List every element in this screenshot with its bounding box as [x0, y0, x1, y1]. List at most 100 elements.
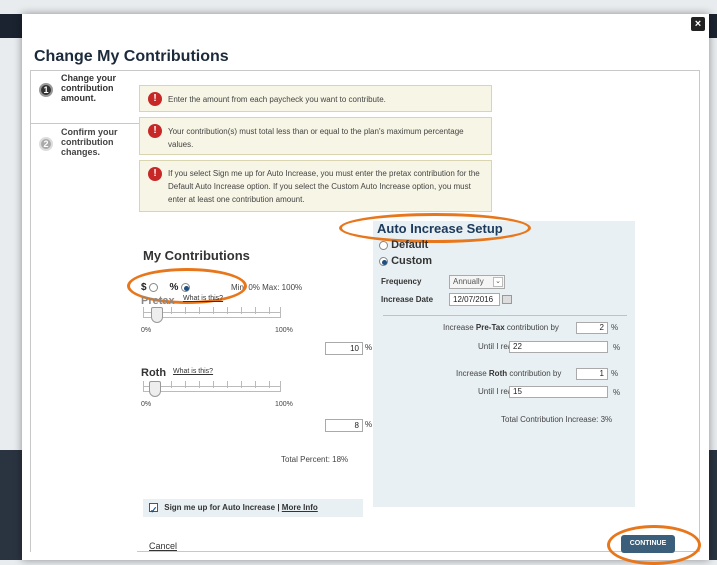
frequency-select[interactable]: Annually ⌄: [449, 275, 505, 289]
pretax-slider-thumb[interactable]: [151, 307, 163, 323]
step-change-contribution: 1 Change your contribution amount.: [31, 71, 137, 123]
panel-divider: [383, 315, 627, 316]
alert-text: Your contribution(s) must total less tha…: [168, 127, 464, 149]
step-divider: [31, 123, 141, 124]
close-icon[interactable]: ×: [691, 17, 705, 31]
my-contributions-title: My Contributions: [143, 248, 250, 263]
roth-slider-ticks: [143, 381, 281, 390]
step-confirm-changes: 2 Confirm your contribution changes.: [31, 125, 137, 185]
chevron-down-icon: ⌄: [493, 277, 503, 287]
pretax-increase-prefix: Increase: [443, 323, 476, 332]
slider-tick: [213, 381, 214, 388]
auto-increase-title: Auto Increase Setup: [377, 221, 503, 236]
roth-increase-by-input[interactable]: 1: [576, 368, 608, 380]
roth-percent-sign: %: [365, 420, 373, 429]
slider-tick: [255, 381, 256, 388]
alert-enter-amount: ! Enter the amount from each paycheck yo…: [139, 85, 492, 112]
slider-tick: [280, 307, 281, 314]
error-icon: !: [148, 124, 162, 138]
slider-tick: [199, 307, 200, 314]
pretax-until-pct: %: [613, 343, 621, 352]
step-list: 1 Change your contribution amount. 2 Con…: [31, 71, 141, 553]
pretax-slider-ticks: [143, 307, 281, 316]
roth-increase-suffix: contribution by: [507, 369, 562, 378]
error-icon: !: [148, 167, 162, 181]
roth-increase-prefix: Increase: [456, 369, 489, 378]
step-label: Confirm your contribution changes.: [61, 127, 118, 157]
roth-slider-min: 0%: [141, 401, 152, 408]
roth-until-pct: %: [613, 388, 621, 397]
calendar-icon[interactable]: [502, 295, 512, 304]
dialog-top-bar: ×: [22, 14, 709, 36]
cancel-link[interactable]: Cancel: [149, 541, 177, 551]
slider-tick: [143, 307, 144, 314]
more-info-link[interactable]: More Info: [282, 503, 318, 512]
slider-tick: [280, 381, 281, 388]
pretax-percent-sign: %: [365, 343, 373, 352]
dialog-title: Change My Contributions: [34, 48, 229, 65]
increase-date-label: Increase Date: [381, 295, 434, 304]
pretax-increase-bold: Pre-Tax: [475, 323, 505, 332]
page-background: [0, 0, 717, 14]
custom-radio[interactable]: [379, 256, 388, 266]
slider-tick: [199, 381, 200, 388]
slider-tick: [143, 381, 144, 388]
alert-auto-increase: ! If you select Sign me up for Auto Incr…: [139, 160, 492, 212]
step-number-badge: 2: [39, 137, 53, 151]
slider-tick: [213, 307, 214, 314]
pretax-what-is-this-link[interactable]: What is this?: [183, 295, 223, 302]
error-icon: !: [148, 92, 162, 106]
slider-tick: [241, 381, 242, 388]
slider-tick: [185, 381, 186, 388]
auto-increase-signup: Sign me up for Auto Increase | More Info: [143, 499, 363, 519]
alert-max-percentage: ! Your contribution(s) must total less t…: [139, 117, 492, 155]
slider-tick: [171, 307, 172, 314]
step-number-badge: 1: [39, 83, 53, 97]
slider-tick: [241, 307, 242, 314]
separator: |: [277, 503, 280, 512]
roth-increase-text: Increase Roth contribution by: [456, 369, 561, 378]
roth-percent-input[interactable]: 8: [325, 419, 363, 432]
auto-increase-label: Sign me up for Auto Increase: [164, 503, 276, 512]
pretax-increase-by-input[interactable]: 2: [576, 322, 608, 334]
step-label: Change your contribution amount.: [61, 73, 117, 103]
roth-slider-max: 100%: [275, 401, 293, 408]
slider-tick: [185, 307, 186, 314]
pretax-percent-input[interactable]: 10: [325, 342, 363, 355]
roth-until-input[interactable]: 15: [509, 386, 608, 398]
option-default[interactable]: Default: [379, 239, 428, 251]
slider-tick: [227, 381, 228, 388]
roth-what-is-this-link[interactable]: What is this?: [173, 368, 213, 375]
dialog-content-frame: 1 Change your contribution amount. 2 Con…: [30, 70, 701, 565]
alert-text: Enter the amount from each paycheck you …: [168, 95, 386, 104]
slider-tick: [255, 307, 256, 314]
roth-label: Roth: [141, 367, 167, 379]
change-contributions-dialog: × Change My Contributions 1 Change your …: [22, 14, 709, 565]
default-label: Default: [391, 239, 429, 251]
highlight-ring: [607, 525, 701, 565]
pretax-increase-text: Increase Pre-Tax contribution by: [443, 323, 559, 332]
slider-tick: [171, 381, 172, 388]
roth-increase-by-pct: %: [611, 369, 619, 378]
pretax-increase-by-pct: %: [611, 323, 619, 332]
custom-label: Custom: [391, 255, 433, 267]
roth-increase-bold: Roth: [488, 369, 508, 378]
roth-slider-thumb[interactable]: [149, 381, 161, 397]
pretax-label: Pretax: [141, 295, 175, 307]
auto-increase-checkbox[interactable]: [149, 501, 158, 519]
pretax-slider-min: 0%: [141, 327, 152, 334]
increase-date-input[interactable]: 12/07/2016: [449, 293, 500, 306]
frequency-label: Frequency: [381, 277, 422, 286]
pretax-increase-suffix: contribution by: [504, 323, 559, 332]
default-radio[interactable]: [379, 240, 388, 250]
slider-tick: [269, 307, 270, 314]
total-contribution-increase: Total Contribution Increase: 3%: [501, 415, 613, 424]
option-custom[interactable]: Custom: [379, 255, 432, 267]
alert-text: If you select Sign me up for Auto Increa…: [168, 169, 480, 204]
frequency-value: Annually: [453, 277, 484, 286]
pretax-slider-max: 100%: [275, 327, 293, 334]
total-percent-text: Total Percent: 18%: [281, 455, 349, 464]
slider-tick: [269, 381, 270, 388]
pretax-until-input[interactable]: 22: [509, 341, 608, 353]
slider-tick: [227, 307, 228, 314]
